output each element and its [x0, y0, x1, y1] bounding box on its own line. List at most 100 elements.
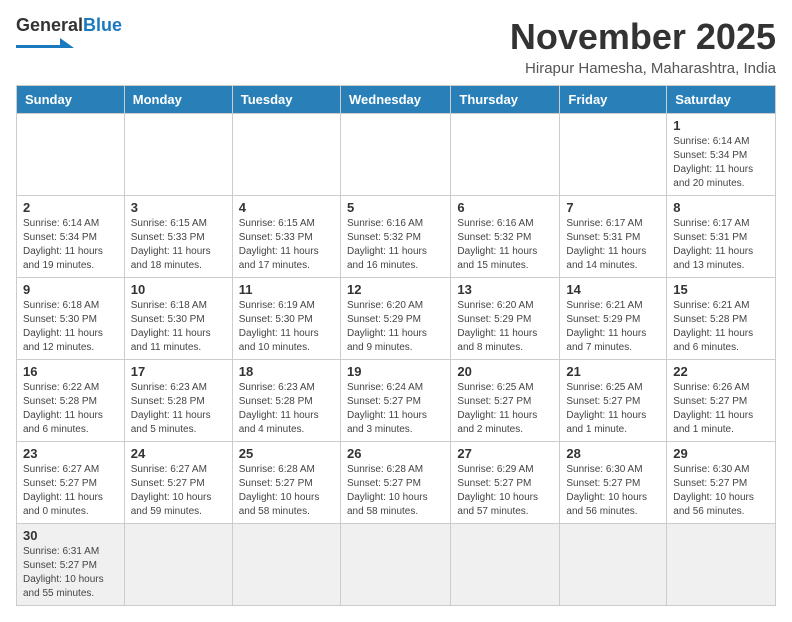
- calendar-cell: [451, 524, 560, 606]
- weekday-header-friday: Friday: [560, 86, 667, 114]
- weekday-header-wednesday: Wednesday: [340, 86, 450, 114]
- day-info: Sunrise: 6:15 AM Sunset: 5:33 PM Dayligh…: [239, 217, 334, 273]
- day-number: 2: [23, 200, 118, 215]
- calendar-cell: 11Sunrise: 6:19 AM Sunset: 5:30 PM Dayli…: [232, 278, 340, 360]
- day-info: Sunrise: 6:25 AM Sunset: 5:27 PM Dayligh…: [566, 381, 660, 437]
- location-subtitle: Hirapur Hamesha, Maharashtra, India: [510, 60, 776, 77]
- day-number: 21: [566, 364, 660, 379]
- day-info: Sunrise: 6:20 AM Sunset: 5:29 PM Dayligh…: [347, 299, 444, 355]
- weekday-header-tuesday: Tuesday: [232, 86, 340, 114]
- calendar-cell: [340, 114, 450, 196]
- calendar-cell: 8 Sunrise: 6:17 AM Sunset: 5:31 PM Daylig…: [667, 196, 776, 278]
- calendar-week-row: 1Sunrise: 6:14 AM Sunset: 5:34 PM Daylig…: [17, 114, 776, 196]
- day-number: 20: [457, 364, 553, 379]
- calendar-cell: 20 Sunrise: 6:25 AM Sunset: 5:27 PM Dayli…: [451, 360, 560, 442]
- day-info: Sunrise: 6:24 AM Sunset: 5:27 PM Dayligh…: [347, 381, 444, 437]
- day-info: Sunrise: 6:27 AM Sunset: 5:27 PM Dayligh…: [23, 463, 118, 519]
- day-number: 12: [347, 282, 444, 297]
- day-number: 8: [673, 200, 769, 215]
- day-info: Sunrise: 6:14 AM Sunset: 5:34 PM Dayligh…: [673, 135, 769, 191]
- calendar-cell: 29Sunrise: 6:30 AM Sunset: 5:27 PM Dayli…: [667, 442, 776, 524]
- calendar-cell: 25Sunrise: 6:28 AM Sunset: 5:27 PM Dayli…: [232, 442, 340, 524]
- calendar-cell: 9Sunrise: 6:18 AM Sunset: 5:30 PM Daylig…: [17, 278, 125, 360]
- calendar-header-row: SundayMondayTuesdayWednesdayThursdayFrid…: [17, 86, 776, 114]
- logo: General Blue: [16, 16, 122, 48]
- calendar-cell: 14 Sunrise: 6:21 AM Sunset: 5:29 PM Dayli…: [560, 278, 667, 360]
- title-block: November 2025 Hirapur Hamesha, Maharasht…: [510, 16, 776, 77]
- day-info: Sunrise: 6:21 AM Sunset: 5:28 PM Dayligh…: [673, 299, 769, 355]
- day-info: Sunrise: 6:29 AM Sunset: 5:27 PM Dayligh…: [457, 463, 553, 519]
- calendar-cell: [124, 524, 232, 606]
- day-info: Sunrise: 6:21 AM Sunset: 5:29 PM Dayligh…: [566, 299, 660, 355]
- day-number: 4: [239, 200, 334, 215]
- calendar-cell: 21 Sunrise: 6:25 AM Sunset: 5:27 PM Dayli…: [560, 360, 667, 442]
- day-info: Sunrise: 6:18 AM Sunset: 5:30 PM Dayligh…: [131, 299, 226, 355]
- day-number: 10: [131, 282, 226, 297]
- day-info: Sunrise: 6:23 AM Sunset: 5:28 PM Dayligh…: [131, 381, 226, 437]
- day-info: Sunrise: 6:30 AM Sunset: 5:27 PM Dayligh…: [566, 463, 660, 519]
- calendar-cell: 27 Sunrise: 6:29 AM Sunset: 5:27 PM Dayli…: [451, 442, 560, 524]
- day-number: 25: [239, 446, 334, 461]
- calendar-cell: 13 Sunrise: 6:20 AM Sunset: 5:29 PM Dayli…: [451, 278, 560, 360]
- day-info: Sunrise: 6:26 AM Sunset: 5:27 PM Dayligh…: [673, 381, 769, 437]
- day-info: Sunrise: 6:18 AM Sunset: 5:30 PM Dayligh…: [23, 299, 118, 355]
- day-number: 14: [566, 282, 660, 297]
- day-number: 28: [566, 446, 660, 461]
- calendar-cell: [560, 524, 667, 606]
- logo-text-general: General: [16, 16, 83, 36]
- calendar-cell: [560, 114, 667, 196]
- calendar-cell: [124, 114, 232, 196]
- day-number: 27: [457, 446, 553, 461]
- calendar-cell: 1Sunrise: 6:14 AM Sunset: 5:34 PM Daylig…: [667, 114, 776, 196]
- weekday-header-thursday: Thursday: [451, 86, 560, 114]
- calendar-cell: 22 Sunrise: 6:26 AM Sunset: 5:27 PM Dayli…: [667, 360, 776, 442]
- day-number: 5: [347, 200, 444, 215]
- day-number: 29: [673, 446, 769, 461]
- calendar-cell: [451, 114, 560, 196]
- calendar-cell: 23 Sunrise: 6:27 AM Sunset: 5:27 PM Dayli…: [17, 442, 125, 524]
- calendar-cell: 24Sunrise: 6:27 AM Sunset: 5:27 PM Dayli…: [124, 442, 232, 524]
- calendar-cell: 17 Sunrise: 6:23 AM Sunset: 5:28 PM Dayli…: [124, 360, 232, 442]
- day-number: 13: [457, 282, 553, 297]
- day-info: Sunrise: 6:28 AM Sunset: 5:27 PM Dayligh…: [347, 463, 444, 519]
- day-info: Sunrise: 6:16 AM Sunset: 5:32 PM Dayligh…: [457, 217, 553, 273]
- day-number: 11: [239, 282, 334, 297]
- calendar-week-row: 30Sunrise: 6:31 AM Sunset: 5:27 PM Dayli…: [17, 524, 776, 606]
- day-number: 22: [673, 364, 769, 379]
- day-info: Sunrise: 6:17 AM Sunset: 5:31 PM Dayligh…: [673, 217, 769, 273]
- calendar-cell: 28 Sunrise: 6:30 AM Sunset: 5:27 PM Dayli…: [560, 442, 667, 524]
- day-number: 7: [566, 200, 660, 215]
- calendar-cell: 3Sunrise: 6:15 AM Sunset: 5:33 PM Daylig…: [124, 196, 232, 278]
- day-info: Sunrise: 6:25 AM Sunset: 5:27 PM Dayligh…: [457, 381, 553, 437]
- day-number: 17: [131, 364, 226, 379]
- calendar-cell: 4 Sunrise: 6:15 AM Sunset: 5:33 PM Daylig…: [232, 196, 340, 278]
- calendar-cell: [667, 524, 776, 606]
- calendar-cell: 5Sunrise: 6:16 AM Sunset: 5:32 PM Daylig…: [340, 196, 450, 278]
- calendar-cell: 30Sunrise: 6:31 AM Sunset: 5:27 PM Dayli…: [17, 524, 125, 606]
- month-title: November 2025: [510, 16, 776, 58]
- calendar-week-row: 23 Sunrise: 6:27 AM Sunset: 5:27 PM Dayli…: [17, 442, 776, 524]
- day-info: Sunrise: 6:20 AM Sunset: 5:29 PM Dayligh…: [457, 299, 553, 355]
- day-number: 24: [131, 446, 226, 461]
- page-header: General Blue November 2025 Hirapur Hames…: [16, 16, 776, 77]
- calendar-cell: [232, 524, 340, 606]
- calendar-cell: 19Sunrise: 6:24 AM Sunset: 5:27 PM Dayli…: [340, 360, 450, 442]
- calendar-week-row: 9Sunrise: 6:18 AM Sunset: 5:30 PM Daylig…: [17, 278, 776, 360]
- day-number: 15: [673, 282, 769, 297]
- day-info: Sunrise: 6:15 AM Sunset: 5:33 PM Dayligh…: [131, 217, 226, 273]
- day-number: 23: [23, 446, 118, 461]
- calendar-cell: [17, 114, 125, 196]
- weekday-header-monday: Monday: [124, 86, 232, 114]
- day-number: 18: [239, 364, 334, 379]
- calendar-cell: [340, 524, 450, 606]
- calendar-cell: 12 Sunrise: 6:20 AM Sunset: 5:29 PM Dayli…: [340, 278, 450, 360]
- day-number: 16: [23, 364, 118, 379]
- calendar-cell: 10 Sunrise: 6:18 AM Sunset: 5:30 PM Dayli…: [124, 278, 232, 360]
- calendar-cell: 2Sunrise: 6:14 AM Sunset: 5:34 PM Daylig…: [17, 196, 125, 278]
- calendar-cell: 15 Sunrise: 6:21 AM Sunset: 5:28 PM Dayli…: [667, 278, 776, 360]
- day-info: Sunrise: 6:31 AM Sunset: 5:27 PM Dayligh…: [23, 545, 118, 601]
- calendar-table: SundayMondayTuesdayWednesdayThursdayFrid…: [16, 85, 776, 606]
- day-info: Sunrise: 6:23 AM Sunset: 5:28 PM Dayligh…: [239, 381, 334, 437]
- day-number: 26: [347, 446, 444, 461]
- calendar-cell: [232, 114, 340, 196]
